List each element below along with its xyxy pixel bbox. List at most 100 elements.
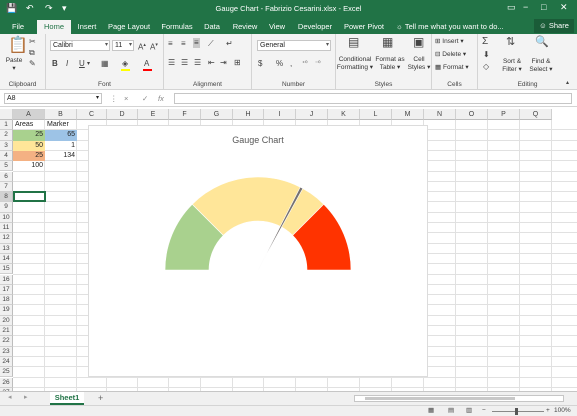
row-header-13[interactable]: 13 [0, 243, 13, 254]
name-box[interactable]: A8 ▾ [4, 93, 102, 104]
row-header-26[interactable]: 26 [0, 377, 13, 388]
column-header-m[interactable]: M [392, 109, 424, 120]
row-header-4[interactable]: 4 [0, 150, 13, 162]
chart-title[interactable]: Gauge Chart [89, 135, 427, 145]
italic-button[interactable]: I [66, 59, 68, 69]
cancel-icon[interactable]: × [124, 93, 128, 104]
maximize-icon[interactable]: □ [541, 2, 546, 12]
row-header-23[interactable]: 23 [0, 346, 13, 357]
row-header-17[interactable]: 17 [0, 284, 13, 296]
font-name-combo[interactable]: Calibri ▾ [50, 40, 110, 51]
format-as-table-button[interactable]: Format as Table ▾ [374, 56, 406, 72]
minimize-icon[interactable]: − [523, 2, 528, 12]
cut-icon[interactable]: ✂ [29, 37, 36, 47]
row-header-24[interactable]: 24 [0, 356, 13, 368]
cell-b3[interactable]: 1 [45, 141, 77, 151]
align-right-icon[interactable]: ☰ [194, 58, 201, 68]
increase-decimal-icon[interactable]: ⁺⁰ [302, 59, 308, 69]
zoom-slider[interactable] [492, 408, 544, 415]
zoom-level[interactable]: 100% [554, 406, 571, 416]
tab-data[interactable]: Data [200, 20, 224, 34]
tab-formulas[interactable]: Formulas [158, 20, 196, 34]
cell-b2[interactable]: 65 [45, 130, 77, 141]
row-header-19[interactable]: 19 [0, 305, 13, 316]
format-cells-button[interactable]: ▦ Format ▾ [435, 64, 469, 72]
fill-icon[interactable]: ⬇ [483, 50, 490, 60]
worksheet-grid[interactable]: ABCDEFGHIJKLMNOPQ 1 2 3 4 5 6 7 8 9 10 11 12 13 14 15 1… [0, 109, 577, 391]
cell-styles-button[interactable]: Cell Styles ▾ [406, 56, 432, 72]
merge-center-icon[interactable]: ⊞ [234, 58, 241, 68]
tab-review[interactable]: Review [229, 20, 261, 34]
column-header-j[interactable]: J [296, 109, 328, 120]
increase-indent-icon[interactable]: ⇥ [220, 58, 227, 68]
find-select-button[interactable]: Find & Select ▾ [526, 58, 556, 74]
column-header-l[interactable]: L [360, 109, 392, 120]
align-top-icon[interactable]: ≡ [168, 39, 173, 49]
row-header-2[interactable]: 2 [0, 130, 13, 141]
column-header-a[interactable]: A [13, 109, 45, 120]
column-header-h[interactable]: H [233, 109, 264, 120]
paste-dropdown-icon[interactable]: ▾ [8, 65, 20, 73]
tab-developer[interactable]: Developer [295, 20, 335, 34]
bold-button[interactable]: B [52, 59, 58, 69]
formula-input[interactable] [174, 93, 572, 104]
next-sheet-icon[interactable]: ▸ [24, 393, 28, 403]
row-header-20[interactable]: 20 [0, 315, 13, 326]
column-header-q[interactable]: Q [520, 109, 552, 120]
row-header-7[interactable]: 7 [0, 181, 13, 193]
borders-icon[interactable]: ▦ [101, 59, 109, 69]
wrap-text-icon[interactable]: ↵ [226, 39, 233, 49]
orientation-icon[interactable]: ⟋ [208, 39, 214, 49]
row-header-25[interactable]: 25 [0, 367, 13, 378]
paste-icon[interactable]: 📋 [8, 38, 28, 54]
function-icon[interactable]: fx [158, 93, 164, 104]
row-header-22[interactable]: 22 [0, 336, 13, 347]
tab-page-layout[interactable]: Page Layout [105, 20, 153, 34]
cell-b4[interactable]: 134 [45, 151, 77, 161]
zoom-in-button[interactable]: + [546, 406, 550, 416]
row-header-12[interactable]: 12 [0, 233, 13, 244]
autosum-icon[interactable]: Σ [482, 37, 488, 47]
fill-color-icon[interactable]: ◈ [122, 59, 128, 69]
row-header-14[interactable]: 14 [0, 253, 13, 265]
clear-icon[interactable]: ◇ [483, 62, 489, 72]
new-sheet-button[interactable]: + [98, 393, 103, 403]
row-header-11[interactable]: 11 [0, 223, 13, 234]
column-header-c[interactable]: C [77, 109, 107, 120]
paste-button[interactable]: Paste [3, 57, 25, 65]
normal-view-icon[interactable]: ▦ [428, 406, 434, 416]
row-header-5[interactable]: 5 [0, 161, 13, 172]
tab-insert[interactable]: Insert [74, 20, 100, 34]
sheet-tab-sheet1[interactable]: Sheet1 [50, 392, 84, 405]
number-format-combo[interactable]: General ▾ [257, 40, 331, 51]
column-header-p[interactable]: P [488, 109, 520, 120]
delete-cells-button[interactable]: ⊟ Delete ▾ [435, 51, 466, 59]
gauge-chart[interactable]: Gauge Chart [88, 125, 428, 377]
align-center-icon[interactable]: ☰ [181, 58, 188, 68]
horizontal-scrollbar[interactable] [354, 395, 564, 402]
currency-button[interactable]: $ [258, 59, 262, 69]
column-header-k[interactable]: K [328, 109, 360, 120]
insert-cells-button[interactable]: ⊞ Insert ▾ [435, 38, 464, 46]
cell-b1[interactable]: Marker [45, 120, 77, 130]
format-painter-icon[interactable]: ✎ [29, 59, 36, 69]
underline-button[interactable]: U [79, 59, 85, 69]
column-header-n[interactable]: N [424, 109, 456, 120]
scrollbar-thumb[interactable] [365, 397, 515, 400]
cell-a4[interactable]: 25 [13, 150, 45, 162]
underline-dropdown-icon[interactable]: ▾ [87, 59, 90, 69]
zoom-slider-thumb[interactable] [515, 408, 518, 415]
share-button[interactable]: ☺ Share [534, 19, 574, 33]
close-icon[interactable]: ✕ [560, 2, 568, 13]
row-header-3[interactable]: 3 [0, 140, 13, 151]
grow-font-icon[interactable]: A▴ [138, 40, 146, 53]
row-header-15[interactable]: 15 [0, 264, 13, 275]
column-header-i[interactable]: I [264, 109, 296, 120]
row-header-6[interactable]: 6 [0, 171, 13, 182]
comma-button[interactable]: , [290, 59, 292, 69]
tab-file[interactable]: File [4, 20, 32, 34]
conditional-formatting-button[interactable]: Conditional Formatting ▾ [336, 56, 374, 72]
copy-icon[interactable]: ⧉ [29, 48, 35, 58]
row-header-1[interactable]: 1 [0, 120, 13, 131]
active-cell-a8[interactable] [13, 191, 46, 203]
